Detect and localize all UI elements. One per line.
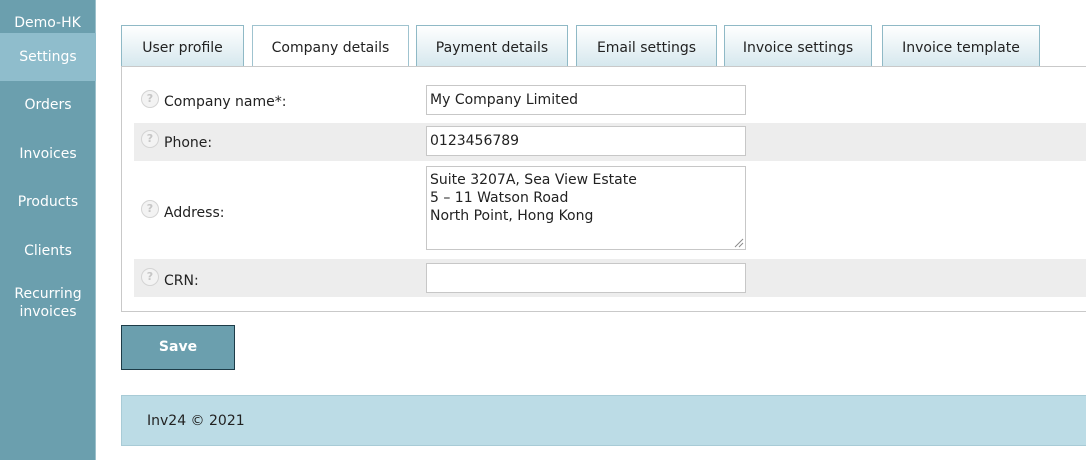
- tab-company-details[interactable]: Company details: [252, 25, 409, 67]
- sidebar-item-label: invoices: [19, 304, 77, 320]
- tab-invoice-settings[interactable]: Invoice settings: [724, 25, 872, 66]
- sidebar: Demo-HK Settings Orders Invoices Product…: [0, 0, 96, 460]
- resize-handle-icon[interactable]: [734, 238, 744, 248]
- sidebar-item-invoices[interactable]: Invoices: [0, 130, 96, 179]
- sidebar-item-label: Clients: [24, 242, 72, 259]
- sidebar-item-products[interactable]: Products: [0, 178, 96, 227]
- sidebar-item-clients[interactable]: Clients: [0, 227, 96, 276]
- sidebar-item-label: Settings: [19, 49, 77, 65]
- phone-input[interactable]: [426, 126, 746, 156]
- sidebar-item-orders[interactable]: Orders: [0, 81, 96, 130]
- phone-label: Phone:: [164, 135, 213, 151]
- company-name-row: ? Company name*:: [134, 83, 1086, 121]
- help-icon[interactable]: ?: [141, 268, 159, 286]
- sidebar-item-settings[interactable]: Settings: [0, 33, 96, 81]
- address-label: Address:: [164, 205, 225, 221]
- phone-row: ? Phone:: [134, 123, 1086, 161]
- sidebar-item-recurring-invoices[interactable]: Recurring invoices: [0, 275, 96, 321]
- address-textarea[interactable]: [426, 166, 746, 250]
- sidebar-item-label: Recurring: [14, 286, 82, 302]
- tab-user-profile[interactable]: User profile: [121, 25, 244, 66]
- footer: Inv24 © 2021: [121, 395, 1086, 446]
- help-icon[interactable]: ?: [141, 200, 159, 218]
- tab-payment-details[interactable]: Payment details: [416, 25, 568, 66]
- address-row: ? Address:: [134, 163, 1086, 257]
- save-button[interactable]: Save: [121, 325, 235, 370]
- sidebar-item-label: Products: [17, 194, 79, 210]
- crn-input[interactable]: [426, 263, 746, 293]
- sidebar-item-label: Orders: [24, 97, 72, 113]
- help-icon[interactable]: ?: [141, 90, 159, 108]
- sidebar-item-label: Invoices: [19, 145, 77, 162]
- company-details-panel: ? Company name*: ? Phone: ? Address: ? C…: [121, 66, 1086, 312]
- company-name-label: Company name*:: [164, 94, 287, 110]
- tab-email-settings[interactable]: Email settings: [576, 25, 717, 66]
- footer-copyright: Inv24 © 2021: [147, 413, 245, 429]
- brand-name: Demo-HK: [14, 15, 81, 31]
- crn-row: ? CRN:: [134, 259, 1086, 297]
- crn-label: CRN:: [164, 273, 199, 289]
- main-content: User profile Company details Payment det…: [96, 0, 1086, 460]
- tab-invoice-template[interactable]: Invoice template: [882, 25, 1040, 66]
- company-name-input[interactable]: [426, 85, 746, 115]
- help-icon[interactable]: ?: [141, 130, 159, 148]
